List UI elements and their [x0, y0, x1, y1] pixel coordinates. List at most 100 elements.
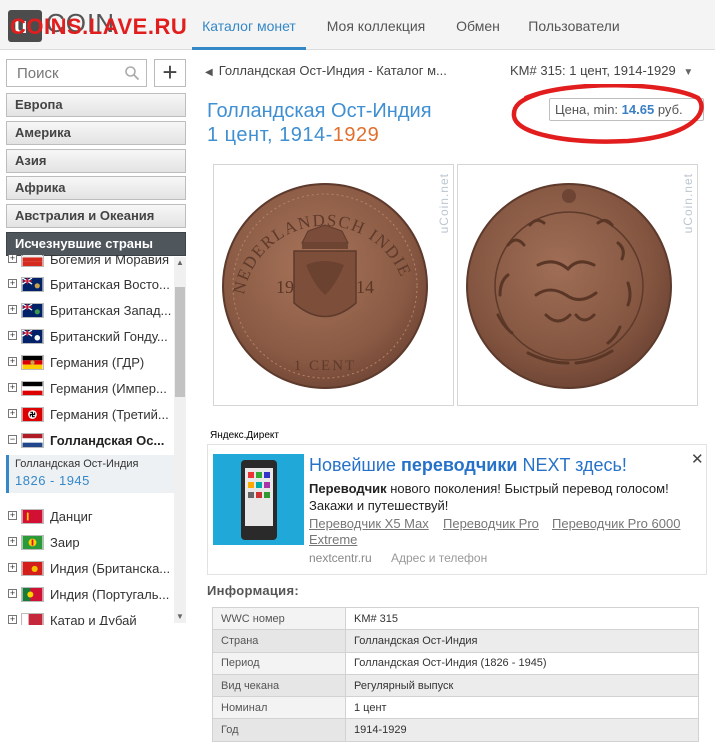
coin-reverse-image[interactable]: uCoin.net: [457, 164, 698, 406]
breadcrumb[interactable]: ◀ Голландская Ост-Индия - Каталог м...: [205, 63, 447, 78]
ad-phone-image[interactable]: [213, 454, 304, 545]
list-item-danzig[interactable]: + Данциг: [0, 504, 174, 530]
list-item-zaire[interactable]: + Заир: [0, 530, 174, 556]
ad-link-pro6000-extreme[interactable]: Extreme: [309, 532, 357, 547]
list-item-india-portuguese[interactable]: + Индия (Португаль...: [0, 582, 174, 608]
info-key: WWC номер: [212, 606, 346, 631]
table-row: Номинал 1 цент: [212, 696, 699, 720]
table-row: WWC номер KM# 315: [212, 606, 699, 631]
list-item-dutch-east-indies[interactable]: − Голландская Ос...: [0, 428, 174, 454]
flag-icon-netherlands: [21, 433, 44, 448]
collapse-icon[interactable]: −: [8, 435, 17, 444]
expand-icon[interactable]: +: [8, 305, 17, 314]
site-watermark: COINS.LAVE.RU: [10, 14, 188, 39]
list-item-british-east[interactable]: + Британская Восто...: [0, 272, 174, 298]
flag-icon-third-reich: [21, 407, 44, 422]
expand-icon[interactable]: +: [8, 537, 17, 546]
period-name: Голландская Ост-Индия: [15, 458, 139, 470]
ad-title-pre: Новейшие: [309, 455, 401, 475]
tab-users[interactable]: Пользователи: [518, 0, 630, 50]
expand-icon[interactable]: +: [8, 383, 17, 392]
expand-icon[interactable]: +: [8, 331, 17, 340]
list-item-third-reich[interactable]: + Германия (Третий...: [0, 402, 174, 428]
list-item-label: Заир: [50, 535, 80, 550]
table-row: Страна Голландская Ост-Индия: [212, 629, 699, 653]
sidebar-scrollbar[interactable]: ▲ ▼: [174, 257, 186, 623]
list-item-label: Британский Гонду...: [50, 329, 168, 344]
region-america[interactable]: Америка: [6, 121, 186, 145]
info-key: Период: [212, 651, 346, 675]
info-value: 1914-1929: [345, 718, 699, 742]
list-item-german-empire[interactable]: + Германия (Импер...: [0, 376, 174, 402]
ad-address-link[interactable]: Адрес и телефон: [391, 551, 487, 565]
info-value: Голландская Ост-Индия (1826 - 1945): [345, 651, 699, 675]
ad-title-post: NEXT здесь!: [517, 455, 627, 475]
period-item-selected[interactable]: Голландская Ост-Индия 1826 - 1945: [6, 455, 174, 493]
list-item-qatar-dubai[interactable]: + Катар и Дубай: [0, 608, 174, 625]
coin-denomination: 1 CENT: [294, 358, 356, 374]
subtitle-prefix: 1 цент, 1914-: [207, 124, 333, 146]
list-item-label: Данциг: [50, 509, 93, 524]
expand-icon[interactable]: +: [8, 511, 17, 520]
flag-icon-gdr: [21, 355, 44, 370]
region-africa[interactable]: Африка: [6, 176, 186, 200]
subtitle-end-year: 1929: [332, 124, 380, 146]
info-value: Регулярный выпуск: [345, 673, 699, 698]
search-input[interactable]: [7, 60, 117, 86]
ad-link-pro6000[interactable]: Переводчик Pro 6000: [552, 516, 680, 531]
tab-users-label: Пользователи: [528, 18, 620, 34]
region-extinct-countries[interactable]: Исчезнувшие страны: [6, 232, 186, 256]
info-key: Страна: [212, 629, 346, 653]
ad-domain[interactable]: nextcentr.ru: [309, 551, 372, 565]
ad-title[interactable]: Новейшие переводчики NEXT здесь!: [309, 455, 627, 476]
list-item-gdr[interactable]: + Германия (ГДР): [0, 350, 174, 376]
list-item-british-honduras[interactable]: + Британский Гонду...: [0, 324, 174, 350]
tab-my-collection[interactable]: Моя коллекция: [316, 0, 436, 50]
list-item-label: Германия (Импер...: [50, 381, 167, 396]
coin-watermark: uCoin.net: [437, 173, 451, 234]
coin-obverse-icon: NEDERLANDSCH INDIE 19 14 1 CENT: [222, 183, 428, 389]
coin-obverse-image[interactable]: NEDERLANDSCH INDIE 19 14 1 CENT uCoin.ne…: [213, 164, 454, 406]
flag-icon-blue-ensign: [21, 303, 44, 318]
list-item-british-west[interactable]: + Британская Запад...: [0, 298, 174, 324]
list-item-india-british[interactable]: + Индия (Британска...: [0, 556, 174, 582]
list-item-label: Голландская Ос...: [50, 433, 165, 448]
tab-exchange-label: Обмен: [456, 18, 500, 34]
flag-icon-zaire: [21, 535, 44, 550]
tab-catalog-label: Каталог монет: [202, 18, 296, 34]
flag-icon-bohemia: [21, 255, 44, 267]
ad-link-x5[interactable]: Переводчик X5 Max: [309, 516, 429, 531]
ad-text-bold: Переводчик: [309, 481, 387, 496]
expand-icon[interactable]: +: [8, 279, 17, 288]
region-oceania[interactable]: Австралия и Океания: [6, 204, 186, 228]
table-row: Период Голландская Ост-Индия (1826 - 1945…: [212, 651, 699, 675]
region-asia[interactable]: Азия: [6, 149, 186, 173]
info-key: Номинал: [212, 696, 346, 720]
expand-icon[interactable]: +: [8, 357, 17, 366]
tab-catalog[interactable]: Каталог монет: [192, 0, 306, 50]
variant-select[interactable]: KM# 315: 1 цент, 1914-1929 ▼: [510, 63, 693, 78]
coin-watermark: uCoin.net: [681, 173, 695, 234]
region-europe[interactable]: Европа: [6, 93, 186, 117]
scroll-down-icon[interactable]: ▼: [174, 611, 186, 623]
ad-banner[interactable]: Новейшие переводчики NEXT здесь! Перевод…: [207, 444, 707, 575]
expand-icon[interactable]: +: [8, 589, 17, 598]
expand-icon[interactable]: +: [8, 255, 17, 263]
scroll-up-icon[interactable]: ▲: [174, 257, 186, 269]
expand-icon[interactable]: +: [8, 615, 17, 624]
list-item-label: Катар и Дубай: [50, 613, 137, 625]
ad-link-pro[interactable]: Переводчик Pro: [443, 516, 539, 531]
expand-icon[interactable]: +: [8, 409, 17, 418]
country-list: + Богемия и Моравия + Британская Восто..…: [0, 255, 186, 625]
add-button[interactable]: +: [154, 59, 186, 87]
list-item-bohemia[interactable]: + Богемия и Моравия: [0, 255, 174, 273]
scrollbar-thumb[interactable]: [175, 287, 185, 397]
table-row: Год 1914-1929: [212, 718, 699, 742]
chevron-down-icon: ▼: [683, 67, 694, 78]
info-value: 1 цент: [345, 696, 699, 720]
yandex-direct-label[interactable]: Яндекс.Директ: [210, 430, 279, 441]
search-icon[interactable]: [124, 65, 140, 81]
expand-icon[interactable]: +: [8, 563, 17, 572]
close-icon[interactable]: ✕: [691, 450, 704, 468]
tab-exchange[interactable]: Обмен: [446, 0, 510, 50]
